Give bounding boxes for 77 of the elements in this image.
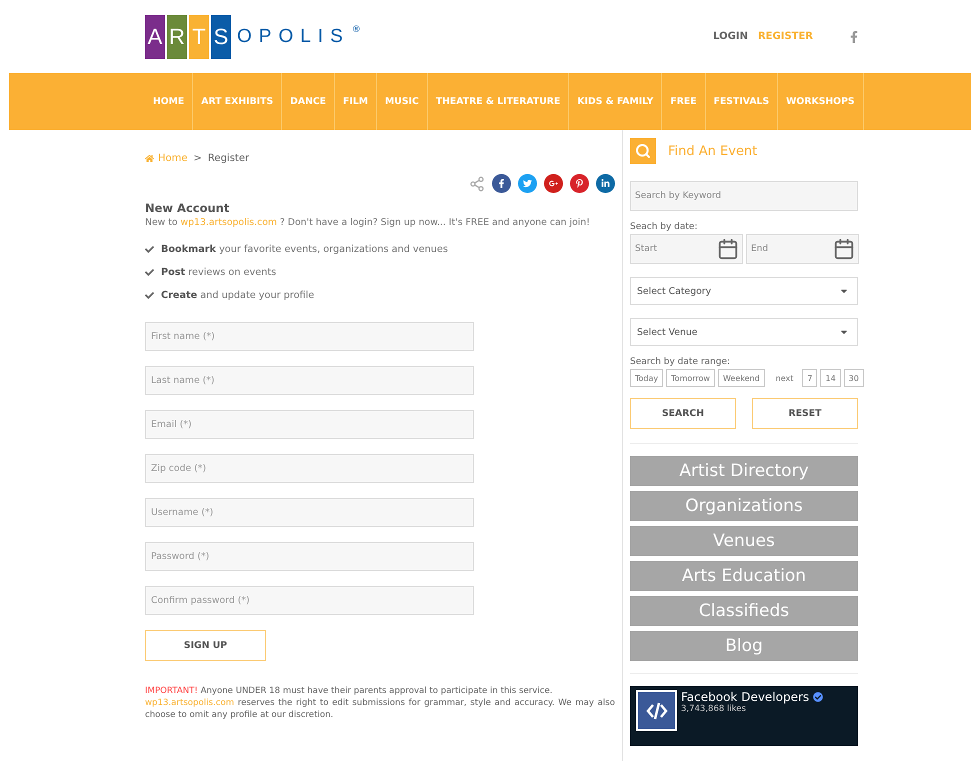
pinterest-icon[interactable]	[570, 174, 589, 193]
nav-item[interactable]: KIDS & FAMILY	[569, 73, 662, 130]
benefit-text: Bookmark your favorite events, organizations and venues	[161, 244, 448, 255]
notice-text: IMPORTANT! Anyone UNDER 18 must have their parents approval to participate in this service.	[145, 685, 554, 697]
google-plus-icon[interactable]	[544, 174, 563, 193]
facebook-icon[interactable]	[492, 174, 511, 193]
input-field[interactable]: First name (*)	[145, 322, 474, 351]
reset-button[interactable]: RESET	[752, 398, 858, 429]
next-label: next	[776, 374, 794, 382]
check-icon	[145, 268, 154, 277]
days-button[interactable]: 30	[844, 369, 864, 387]
nav-item[interactable]: THEATRE & LITERATURE	[428, 73, 570, 130]
search-button[interactable]: SEARCH	[630, 398, 736, 429]
range-button[interactable]: Tomorrow	[666, 369, 715, 387]
nav-item[interactable]: MUSIC	[377, 73, 428, 130]
nav-item[interactable]: DANCE	[282, 73, 336, 130]
nav-item[interactable]: ART EXHIBITS	[193, 73, 282, 130]
date-label: Seach by date:	[630, 222, 699, 232]
benefit-text: Post reviews on events	[161, 267, 276, 278]
keyword-field[interactable]: Search by Keyword	[630, 181, 858, 211]
end-date-field[interactable]: End	[746, 234, 859, 264]
calendar-icon[interactable]	[717, 238, 739, 260]
nav-item[interactable]: HOME	[145, 73, 194, 130]
input-field[interactable]: Username (*)	[145, 498, 474, 527]
directory-link[interactable]: Artist Directory	[630, 456, 858, 486]
sign-up-button[interactable]: SIGN UP	[145, 630, 266, 661]
intro-text: New to wp13.artsopolis.com ? Don't have a login? Sign up now... It's FREE and anyone can join!	[145, 217, 591, 228]
directory-link[interactable]: Venues	[630, 526, 858, 556]
directory-link[interactable]: Blog	[630, 631, 858, 661]
logo-tile: A	[145, 14, 165, 58]
logo-text: OPOLIS	[237, 26, 350, 48]
directory-link[interactable]: Arts Education	[630, 561, 858, 591]
registered-mark: ®	[352, 24, 361, 34]
notice-text: wp13.artsopolis.com reserves the right to edit submissions for grammar, style and accuracy. We may also choose to omit any profile at our discretion.	[145, 697, 615, 721]
verified-icon	[813, 692, 824, 702]
linkedin-icon[interactable]	[596, 174, 615, 193]
logo-tile: T	[189, 14, 209, 58]
breadcrumb-current: Register	[208, 153, 250, 164]
input-field[interactable]: Last name (*)	[145, 366, 474, 395]
home-icon	[145, 154, 154, 163]
twitter-icon[interactable]	[518, 174, 537, 193]
breadcrumb-home-link[interactable]: Home	[145, 153, 188, 164]
calendar-icon[interactable]	[833, 238, 855, 260]
header-link[interactable]: REGISTER	[758, 31, 813, 42]
directory-link[interactable]: Organizations	[630, 491, 858, 521]
range-label: Search by date range:	[630, 357, 732, 367]
input-field[interactable]: Zip code (*)	[145, 454, 474, 483]
days-button[interactable]: 14	[820, 369, 841, 387]
check-icon	[145, 245, 154, 254]
days-button[interactable]: 7	[802, 369, 818, 387]
range-button[interactable]: Weekend	[718, 369, 765, 387]
logo-tile: R	[167, 14, 187, 58]
search-icon	[630, 138, 656, 164]
logo-tile: S	[211, 14, 231, 58]
start-date-field[interactable]: Start	[630, 234, 743, 264]
nav-item[interactable]: FESTIVALS	[706, 73, 778, 130]
likes-count: 3,743,868 likes	[681, 704, 747, 714]
directory-link[interactable]: Classifieds	[630, 596, 858, 626]
finder-title: Find An Event	[668, 144, 758, 158]
benefit-text: Create and update your profile	[161, 290, 314, 301]
nav-item[interactable]: WORKSHOPS	[778, 73, 864, 130]
check-icon	[145, 291, 154, 300]
nav-item[interactable]: FILM	[335, 73, 378, 130]
select-dropdown[interactable]: Select Category	[630, 277, 858, 305]
page-name[interactable]: Facebook Developers	[681, 690, 824, 704]
site-link[interactable]: wp13.artsopolis.com	[145, 698, 234, 708]
input-field[interactable]: Confirm password (*)	[145, 586, 474, 615]
range-button[interactable]: Today	[630, 369, 664, 387]
site-link[interactable]: wp13.artsopolis.com	[180, 217, 277, 228]
nav-item[interactable]: FREE	[662, 73, 706, 130]
section-title: New Account	[145, 201, 230, 215]
facebook-icon[interactable]	[849, 30, 859, 42]
select-dropdown[interactable]: Select Venue	[630, 318, 858, 346]
breadcrumb-separator: >	[194, 153, 202, 164]
header-link[interactable]: LOGIN	[713, 31, 748, 42]
input-field[interactable]: Email (*)	[145, 410, 474, 439]
input-field[interactable]: Password (*)	[145, 542, 474, 571]
